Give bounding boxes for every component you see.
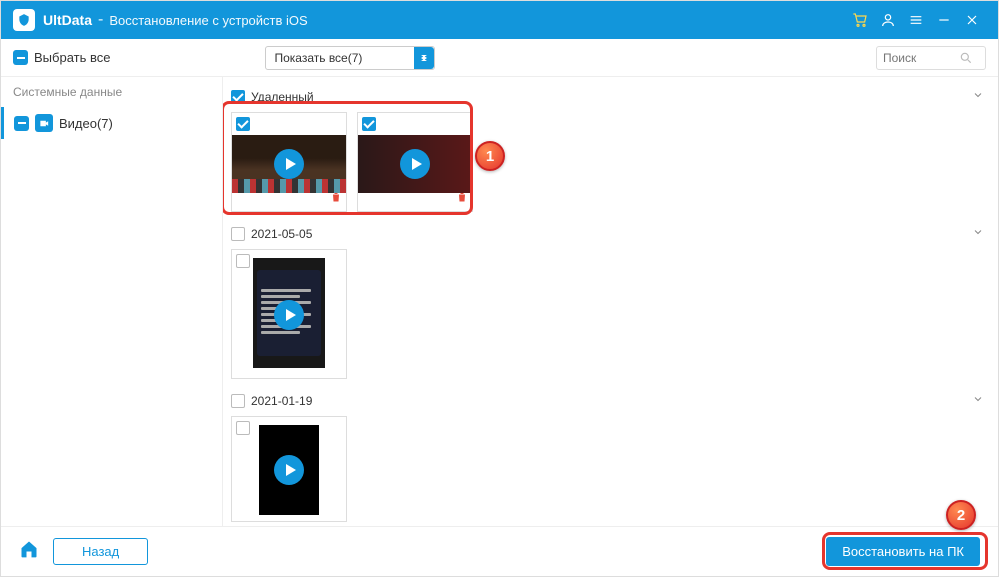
thumb-image (232, 423, 346, 517)
video-thumb[interactable] (231, 416, 347, 522)
sidebar-item-label: Видео(7) (59, 116, 113, 131)
thumbs-row (231, 108, 984, 222)
thumb-checkbox[interactable] (236, 254, 250, 268)
app-name: UltData (43, 12, 92, 28)
annotation-badge-2: 2 (946, 500, 976, 530)
minimize-icon[interactable] (930, 6, 958, 34)
trash-icon (456, 190, 468, 208)
play-icon (400, 149, 430, 179)
thumb-checkbox[interactable] (236, 117, 250, 131)
thumb-checkbox[interactable] (362, 117, 376, 131)
play-icon (274, 300, 304, 330)
video-icon (35, 114, 53, 132)
group-title: 2021-05-05 (251, 227, 312, 241)
annotation-badge-1: 1 (475, 141, 505, 171)
group-checkbox[interactable] (231, 90, 245, 104)
app-subtitle: Восстановление с устройств iOS (109, 13, 307, 28)
thumb-checkbox[interactable] (236, 421, 250, 435)
thumbs-row (231, 245, 984, 389)
group-title: Удаленный (251, 90, 314, 104)
video-thumb[interactable] (231, 112, 347, 212)
group-header-date[interactable]: 2021-01-19 (231, 389, 984, 412)
sidebar-item-video[interactable]: Видео(7) (1, 107, 222, 139)
checkbox-indeterminate-icon (13, 50, 28, 65)
group-header-date[interactable]: 2021-05-05 (231, 222, 984, 245)
trash-icon (330, 190, 342, 208)
chevron-down-icon[interactable] (972, 226, 984, 241)
recover-button[interactable]: Восстановить на ПК (826, 537, 980, 566)
chevron-down-icon[interactable] (972, 393, 984, 408)
cart-icon[interactable] (846, 6, 874, 34)
home-button[interactable] (19, 539, 39, 564)
group-checkbox[interactable] (231, 227, 245, 241)
thumb-image (232, 254, 346, 372)
search-field[interactable] (883, 51, 959, 65)
thumb-image (232, 135, 346, 193)
video-thumb[interactable] (231, 249, 347, 379)
filter-dropdown[interactable]: Показать все(7) (265, 46, 435, 70)
app-logo (13, 9, 35, 31)
play-icon (274, 455, 304, 485)
select-all-label: Выбрать все (34, 50, 110, 65)
group-header-deleted[interactable]: Удаленный (231, 85, 984, 108)
main-content: 1 Удаленный 2021-05-05 (223, 77, 998, 526)
thumbs-row (231, 412, 984, 526)
search-icon (959, 51, 973, 65)
user-icon[interactable] (874, 6, 902, 34)
toolbar: Выбрать все Показать все(7) (1, 39, 998, 77)
dropdown-arrow-icon (414, 47, 434, 69)
checkbox-indeterminate-icon (14, 116, 29, 131)
thumb-image (358, 135, 472, 193)
filter-label: Показать все(7) (266, 51, 414, 65)
close-icon[interactable] (958, 6, 986, 34)
titlebar: UltData - Восстановление с устройств iOS (1, 1, 998, 39)
title-separator: - (98, 11, 103, 29)
footer: Назад Восстановить на ПК 2 (1, 526, 998, 576)
chevron-down-icon[interactable] (972, 89, 984, 104)
sidebar: Системные данные Видео(7) (1, 77, 223, 526)
menu-icon[interactable] (902, 6, 930, 34)
back-button[interactable]: Назад (53, 538, 148, 565)
body: Системные данные Видео(7) 1 Удаленный (1, 77, 998, 526)
search-input[interactable] (876, 46, 986, 70)
sidebar-header: Системные данные (1, 77, 222, 107)
group-checkbox[interactable] (231, 394, 245, 408)
play-icon (274, 149, 304, 179)
group-title: 2021-01-19 (251, 394, 312, 408)
select-all-checkbox[interactable]: Выбрать все (13, 50, 110, 65)
video-thumb[interactable] (357, 112, 473, 212)
